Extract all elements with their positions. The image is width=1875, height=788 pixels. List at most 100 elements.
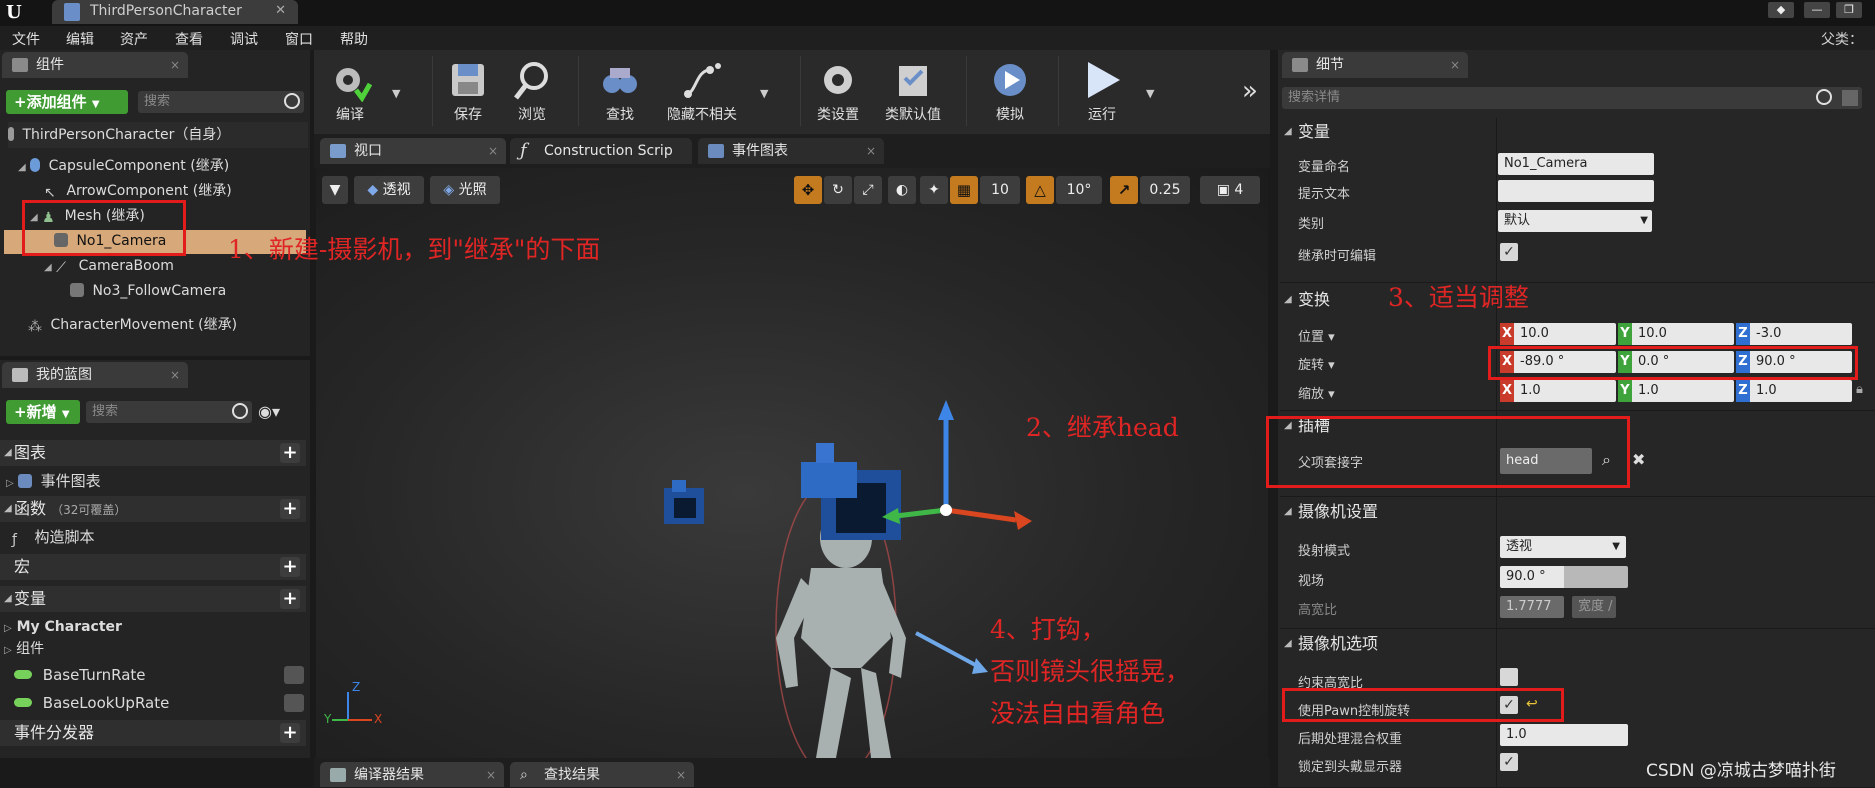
details-tab[interactable]: 细节 × — [1282, 52, 1468, 78]
eye-icon[interactable]: ◉▾ — [258, 402, 280, 421]
camera-mesh-small — [664, 480, 704, 524]
lock-icon[interactable]: 🔒︎ — [1856, 382, 1863, 397]
add-dispatcher-button[interactable]: + — [280, 723, 300, 743]
rotation-label[interactable]: 旋转 ▾ — [1298, 354, 1335, 373]
close-tab-icon[interactable]: ✕ — [275, 0, 286, 22]
variable-baseturnrate[interactable]: BaseTurnRate — [14, 664, 304, 686]
scale-z-input[interactable]: 1.0 — [1750, 380, 1852, 402]
play-options-arrow[interactable]: ▼ — [1146, 87, 1154, 100]
location-y-input[interactable]: 10.0 — [1632, 323, 1734, 345]
projection-dropdown[interactable]: 透视 ▼ — [1500, 536, 1626, 558]
tab-compiler-results[interactable]: 编译器结果 × — [320, 762, 504, 787]
component-root[interactable]: ThirdPersonCharacter（自身） — [8, 122, 308, 148]
tree-item-capsule[interactable]: ◢ CapsuleComponent (继承) — [18, 155, 229, 177]
section-graphs[interactable]: ◢ 图表 + — [0, 440, 306, 466]
tree-item-charactermovement[interactable]: ⁂ CharacterMovement (继承) — [28, 314, 237, 336]
menu-asset[interactable]: 资产 — [120, 29, 148, 49]
title-bar: U ThirdPersonCharacter ✕ ◆ — ❐ — [0, 0, 1875, 26]
location-x-input[interactable]: 10.0 — [1514, 323, 1616, 345]
document-tab[interactable]: ThirdPersonCharacter ✕ — [52, 0, 298, 24]
editable-checkbox[interactable]: ✓ — [1500, 243, 1518, 261]
minimize-button[interactable]: — — [1804, 2, 1830, 18]
class-defaults-button[interactable]: 类默认值 — [876, 50, 950, 132]
menu-view[interactable]: 查看 — [175, 29, 203, 49]
hide-options-arrow[interactable]: ▼ — [760, 87, 768, 100]
tab-event-graph[interactable]: 事件图表 × — [698, 138, 884, 164]
compile-button[interactable]: 编译 — [320, 50, 380, 132]
play-button[interactable]: 运行 — [1070, 50, 1134, 132]
variable-baselookuprate[interactable]: BaseLookUpRate — [14, 692, 304, 714]
var-name-input[interactable]: No1_Camera — [1498, 153, 1654, 175]
var-name-label: 变量命名 — [1298, 160, 1351, 175]
menu-window[interactable]: 窗口 — [285, 29, 313, 49]
add-variable-button[interactable]: + — [280, 589, 300, 609]
category-components[interactable]: ▷ 组件 — [4, 638, 44, 660]
tree-item-arrow[interactable]: ↖ ArrowComponent (继承) — [44, 180, 232, 202]
my-blueprint-tab[interactable]: 我的蓝图 × — [2, 362, 188, 388]
annotation-1: 1、新建-摄影机，到"继承"的下面 — [228, 235, 601, 264]
constrain-aspect-checkbox[interactable] — [1500, 668, 1518, 686]
list-item-construction-script[interactable]: ƒ 构造脚本 — [12, 526, 94, 548]
components-tab-label: 组件 — [36, 57, 64, 73]
section-transform[interactable]: ◢ 变换 — [1280, 286, 1875, 314]
section-variables[interactable]: ◢ 变量 + — [0, 586, 306, 612]
add-new-button[interactable]: +新增 ▼ — [6, 400, 80, 424]
restore-button[interactable]: ❐ — [1836, 2, 1862, 18]
details-search-input[interactable]: 搜索详情 — [1282, 87, 1862, 109]
aspect-preset-dropdown[interactable]: 宽度 / — [1572, 596, 1616, 618]
simulate-icon — [994, 64, 1026, 96]
section-variable[interactable]: ◢ 变量 — [1280, 118, 1875, 146]
lock-hmd-checkbox[interactable]: ✓ — [1500, 753, 1518, 771]
camera-mesh-selected — [801, 443, 901, 540]
scale-label[interactable]: 缩放 ▾ — [1298, 383, 1335, 402]
location-label[interactable]: 位置 ▾ — [1298, 326, 1335, 345]
blueprint-search-input[interactable]: 搜索 — [86, 401, 252, 423]
add-function-button[interactable]: + — [280, 499, 300, 519]
location-z-input[interactable]: -3.0 — [1750, 323, 1852, 345]
fov-slider[interactable]: 90.0 ° — [1500, 566, 1628, 588]
save-button[interactable]: 保存 — [438, 50, 498, 132]
components-search-input[interactable]: 搜索 — [138, 91, 304, 113]
property-matrix-icon[interactable] — [1842, 90, 1858, 106]
tab-construction-script[interactable]: ƒ Construction Scrip — [510, 138, 692, 164]
menu-file[interactable]: 文件 — [12, 29, 40, 49]
add-macro-button[interactable]: + — [280, 557, 300, 577]
class-settings-button[interactable]: 类设置 — [806, 50, 870, 132]
compile-options-arrow[interactable]: ▼ — [392, 87, 400, 100]
menu-help[interactable]: 帮助 — [340, 29, 368, 49]
components-tab[interactable]: 组件 × — [2, 52, 188, 78]
section-functions[interactable]: ◢ 函数 （32可覆盖） + — [0, 496, 306, 522]
hide-unrelated-button[interactable]: 隐藏不相关 — [658, 50, 746, 132]
annotation-4-line2: 否则镜头很摇晃， — [990, 657, 1191, 686]
browse-button[interactable]: 浏览 — [502, 50, 562, 132]
clear-socket-icon[interactable]: ✖ — [1632, 450, 1645, 469]
section-macros[interactable]: 宏 + — [0, 554, 306, 580]
section-camera-options[interactable]: ◢ 摄像机选项 — [1280, 630, 1875, 658]
toolbar-overflow-icon[interactable]: » — [1242, 76, 1258, 106]
section-event-dispatchers[interactable]: 事件分发器 + — [0, 720, 306, 746]
tab-find-results[interactable]: ⌕ 查找结果 × — [510, 762, 694, 787]
tree-item-cameraboom[interactable]: ◢ ⟋ CameraBoom — [44, 255, 174, 277]
menu-debug[interactable]: 调试 — [230, 29, 258, 49]
tooltip-input[interactable] — [1498, 180, 1654, 202]
post-process-input[interactable]: 1.0 — [1500, 724, 1628, 746]
simulate-button[interactable]: 模拟 — [978, 50, 1042, 132]
tab-viewport[interactable]: 视口 × — [320, 138, 506, 164]
scale-y-input[interactable]: 1.0 — [1632, 380, 1734, 402]
launcher-icon[interactable]: ◆ — [1768, 2, 1794, 18]
aspect-input[interactable]: 1.7777 — [1500, 596, 1564, 618]
category-dropdown[interactable]: 默认 ▼ — [1498, 210, 1652, 232]
visibility-eye-icon[interactable] — [284, 666, 304, 684]
category-my-character[interactable]: ▷ My Character — [4, 616, 122, 638]
menu-edit[interactable]: 编辑 — [66, 29, 94, 49]
book-icon — [12, 368, 28, 382]
add-component-button[interactable]: +添加组件 ▼ — [6, 90, 128, 114]
add-graph-button[interactable]: + — [280, 443, 300, 463]
scale-x-input[interactable]: 1.0 — [1514, 380, 1616, 402]
list-item-event-graph[interactable]: ▷ 事件图表 — [6, 470, 101, 492]
chevron-down-icon: ▼ — [1640, 215, 1648, 226]
visibility-eye-icon[interactable] — [284, 694, 304, 712]
section-camera-settings[interactable]: ◢ 摄像机设置 — [1280, 498, 1875, 526]
find-button[interactable]: 查找 — [590, 50, 650, 132]
tree-item-followcamera[interactable]: No3_FollowCamera — [70, 280, 226, 302]
